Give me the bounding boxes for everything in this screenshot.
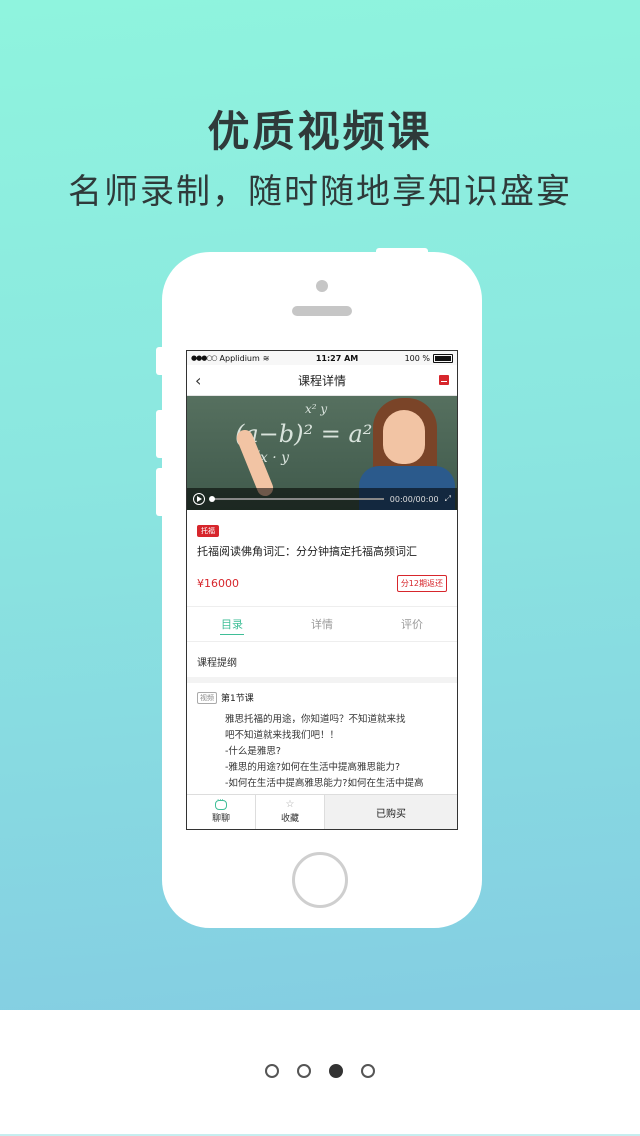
lesson-line: 雅思托福的用途，你知道吗？不知道就来找 — [225, 714, 406, 725]
lesson-line: -如何在生活中提高雅思能力?如何在生活中提高 — [225, 778, 424, 789]
chat-label: 聊聊 — [211, 814, 230, 824]
chat-button[interactable]: 聊聊 — [187, 795, 256, 829]
course-price: ¥16000 — [197, 577, 239, 590]
course-tabs: 目录 详情 评价 — [187, 606, 457, 642]
tab-catalog[interactable]: 目录 — [187, 607, 277, 641]
video-progress-bar[interactable] — [209, 496, 384, 502]
video-player[interactable]: (a−b)² = a² + √x · y x² y 00:00/00:00 ⤢ — [187, 396, 457, 510]
star-icon: ☆ — [285, 799, 295, 810]
phone-speaker — [292, 306, 352, 316]
phone-home-button — [292, 852, 348, 908]
course-category-tag: 托福 — [197, 525, 219, 537]
lesson-line: 吧不知道就来找我们吧！！ — [225, 730, 340, 741]
headline: 优质视频课 — [207, 107, 433, 156]
nav-bar: ‹ 课程详情 — [187, 365, 457, 396]
play-icon[interactable] — [193, 493, 205, 505]
chalkboard-formula-3: x² y — [305, 402, 328, 416]
progress-knob[interactable] — [209, 496, 215, 502]
lesson-title: 第1节课 — [221, 694, 254, 704]
teacher-face — [383, 410, 425, 464]
battery-percent: 100 % — [404, 353, 430, 363]
favorite-label: 收藏 — [280, 814, 299, 824]
battery-icon — [432, 353, 453, 363]
nav-title: 课程详情 — [297, 373, 346, 388]
phone-camera — [316, 280, 328, 292]
outline-label: 课程提纲 — [187, 642, 457, 683]
phone-screen: ●●●○○ Applidium ≋ 11:27 AM 100 % ‹ 课程详情 … — [186, 350, 458, 830]
page-dot-2[interactable] — [297, 1064, 311, 1078]
video-time: 00:00/00:00 — [389, 494, 439, 504]
hero-background: 优质视频课 名师录制，随时随地享知识盛宴 ●●●○○ Applidium ≋ 1… — [0, 0, 640, 1010]
course-title: 托福阅读佛角词汇：分分钟搞定托福高频词汇 — [197, 545, 417, 558]
status-bar: ●●●○○ Applidium ≋ 11:27 AM 100 % — [187, 351, 457, 365]
bottom-action-bar: 聊聊 ☆ 收藏 已购买 — [187, 794, 457, 829]
page-indicator — [0, 1064, 640, 1078]
chat-bubble-icon — [215, 796, 227, 810]
signal-icon: ●●●○○ — [191, 354, 218, 362]
tab-details[interactable]: 详情 — [277, 607, 367, 641]
page-dot-4[interactable] — [361, 1064, 375, 1078]
lesson-type-tag: 视频 — [197, 691, 217, 704]
installment-badge: 分12期返还 — [396, 575, 447, 592]
purchased-button[interactable]: 已购买 — [325, 795, 457, 829]
wifi-icon: ≋ — [262, 353, 270, 363]
lesson-line: -雅思的用途?如何在生活中提高雅思能力? — [225, 762, 401, 773]
status-time: 11:27 AM — [315, 353, 359, 363]
video-controls: 00:00/00:00 ⤢ — [187, 488, 457, 510]
fullscreen-icon[interactable]: ⤢ — [445, 494, 451, 504]
phone-mockup: ●●●○○ Applidium ≋ 11:27 AM 100 % ‹ 课程详情 … — [162, 252, 482, 928]
page-dot-3[interactable] — [329, 1064, 343, 1078]
favorite-button[interactable]: ☆ 收藏 — [256, 795, 325, 829]
lesson-line: -什么是雅思? — [225, 746, 281, 757]
page-dot-1[interactable] — [265, 1064, 279, 1078]
carrier-name: Applidium — [219, 353, 260, 363]
subline: 名师录制，随时随地享知识盛宴 — [68, 172, 572, 212]
back-chevron-icon[interactable]: ‹ — [195, 371, 201, 390]
lesson-description: 雅思托福的用途，你知道吗？不知道就来找 吧不知道就来找我们吧！！ -什么是雅思?… — [187, 704, 457, 792]
lesson-header[interactable]: 视频 第1节课 — [187, 683, 457, 704]
tab-reviews[interactable]: 评价 — [367, 607, 457, 641]
share-icon[interactable] — [439, 375, 449, 385]
